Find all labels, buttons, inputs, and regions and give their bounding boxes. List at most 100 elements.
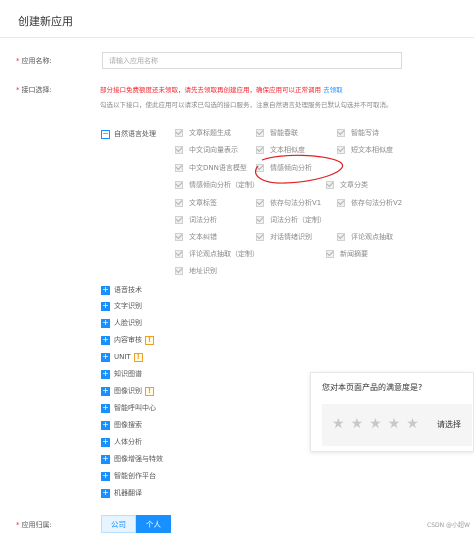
- api-label: 依存句法分析V1: [270, 199, 322, 207]
- api-label: 智能春联: [270, 129, 298, 137]
- expand-icon[interactable]: +: [101, 420, 110, 430]
- api-checkbox[interactable]: 短文本相似度: [337, 144, 393, 156]
- expand-icon[interactable]: +: [101, 386, 110, 396]
- checkbox-checked-icon: [175, 129, 183, 137]
- survey-rating-panel: ★ ★ ★ ★ ★ 请选择: [322, 404, 472, 446]
- api-checkbox[interactable]: 文章标签: [175, 197, 217, 209]
- api-checkbox[interactable]: 情感倾向分析（定制）: [175, 179, 259, 191]
- api-checkbox[interactable]: 依存句法分析V2: [337, 197, 402, 209]
- expand-icon[interactable]: +: [101, 369, 110, 379]
- category-item[interactable]: + 图像增强与特效: [101, 453, 163, 465]
- api-checkbox[interactable]: 文本纠错: [175, 231, 217, 243]
- category-item[interactable]: + 知识图谱: [101, 368, 142, 380]
- api-checkbox[interactable]: 情感倾向分析: [256, 162, 312, 174]
- category-item[interactable]: + 语音技术: [101, 284, 142, 296]
- category-item[interactable]: + 机器翻译: [101, 487, 142, 499]
- category-item[interactable]: + UNIT!: [101, 351, 143, 363]
- category-item[interactable]: + 图像识别!: [101, 385, 154, 397]
- warning-text: 部分接口免费额度还未领取，请先去领取再创建应用，确保应用可以正常调用: [100, 86, 321, 94]
- expand-icon[interactable]: +: [101, 403, 110, 413]
- checkbox-checked-icon: [175, 146, 183, 154]
- api-label: 文本相似度: [270, 146, 305, 154]
- checkbox-checked-icon: [175, 233, 183, 241]
- star-icon[interactable]: ★: [332, 417, 345, 431]
- api-checkbox[interactable]: 地址识别: [175, 265, 217, 277]
- expand-icon[interactable]: +: [101, 301, 110, 311]
- expand-icon[interactable]: +: [101, 285, 110, 295]
- api-label: 对话情绪识别: [270, 233, 312, 241]
- star-icon[interactable]: ★: [406, 417, 419, 431]
- category-label: 智能呼叫中心: [114, 404, 156, 412]
- checkbox-checked-icon: [175, 216, 183, 224]
- category-label: 机器翻译: [114, 489, 142, 497]
- checkbox-checked-icon: [256, 199, 264, 207]
- api-checkbox[interactable]: 依存句法分析V1: [256, 197, 321, 209]
- star-icon[interactable]: ★: [351, 417, 364, 431]
- category-nlp[interactable]: − 自然语言处理: [101, 128, 156, 140]
- api-hint: 勾选以下接口，使此应用可以请求已勾选的接口服务，注意自然语言处理服务已默认勾选并…: [100, 101, 393, 109]
- expand-icon[interactable]: +: [101, 471, 110, 481]
- checkbox-checked-icon: [175, 181, 183, 189]
- category-item[interactable]: + 人脸识别: [101, 317, 142, 329]
- api-label: 文章分类: [340, 181, 368, 189]
- collapse-icon[interactable]: −: [101, 129, 110, 139]
- category-label: 内容审核: [114, 336, 142, 344]
- api-checkbox[interactable]: 文本相似度: [256, 144, 305, 156]
- ownership-company-option[interactable]: 公司: [101, 515, 136, 533]
- api-checkbox[interactable]: 新闻摘要: [326, 248, 368, 260]
- page-title: 创建新应用: [18, 15, 73, 28]
- category-item[interactable]: + 图像搜索: [101, 419, 142, 431]
- expand-icon[interactable]: +: [101, 335, 110, 345]
- checkbox-checked-icon: [256, 164, 264, 172]
- api-checkbox[interactable]: 词法分析: [175, 214, 217, 226]
- api-checkbox[interactable]: 词法分析（定制）: [256, 214, 326, 226]
- checkbox-checked-icon: [326, 181, 334, 189]
- api-checkbox[interactable]: 智能春联: [256, 127, 298, 139]
- required-mark: *: [16, 57, 20, 65]
- checkbox-checked-icon: [256, 146, 264, 154]
- api-checkbox[interactable]: 中文DNN语言模型: [175, 162, 247, 174]
- api-label: 文章标签: [189, 199, 217, 207]
- api-label: 依存句法分析V2: [351, 199, 403, 207]
- category-label: 语音技术: [114, 286, 142, 294]
- checkbox-checked-icon: [337, 233, 345, 241]
- api-checkbox[interactable]: 文章标题生成: [175, 127, 231, 139]
- survey-question: 您对本页面产品的满意度是?: [322, 383, 423, 392]
- api-label: 评论观点抽取: [351, 233, 393, 241]
- category-label: UNIT: [114, 353, 131, 361]
- api-label: 评论观点抽取（定制）: [189, 250, 259, 258]
- expand-icon[interactable]: +: [101, 318, 110, 328]
- category-item[interactable]: + 智能创作平台: [101, 470, 156, 482]
- api-checkbox[interactable]: 文章分类: [326, 179, 368, 191]
- api-checkbox[interactable]: 评论观点抽取: [337, 231, 393, 243]
- watermark: CSDN @小超W: [427, 522, 470, 529]
- ownership-personal-option[interactable]: 个人: [136, 515, 171, 533]
- category-label: 知识图谱: [114, 370, 142, 378]
- api-checkbox[interactable]: 智能写诗: [337, 127, 379, 139]
- category-item[interactable]: + 智能呼叫中心: [101, 402, 156, 414]
- category-label: 智能创作平台: [114, 472, 156, 480]
- claim-link[interactable]: 去领取: [323, 86, 343, 94]
- api-label: 智能写诗: [351, 129, 379, 137]
- checkbox-checked-icon: [337, 146, 345, 154]
- required-mark: *: [16, 521, 20, 529]
- checkbox-checked-icon: [256, 216, 264, 224]
- api-checkbox[interactable]: 评论观点抽取（定制）: [175, 248, 259, 260]
- expand-icon[interactable]: +: [101, 437, 110, 447]
- star-icon[interactable]: ★: [369, 417, 382, 431]
- category-item[interactable]: + 内容审核!: [101, 334, 154, 346]
- expand-icon[interactable]: +: [101, 352, 110, 362]
- api-label: 短文本相似度: [351, 146, 393, 154]
- category-item[interactable]: + 人体分析: [101, 436, 142, 448]
- api-checkbox[interactable]: 对话情绪识别: [256, 231, 312, 243]
- expand-icon[interactable]: +: [101, 454, 110, 464]
- expand-icon[interactable]: +: [101, 488, 110, 498]
- api-select-label: * 接口选择:: [16, 85, 52, 95]
- category-item[interactable]: + 文字识别: [101, 300, 142, 312]
- app-name-input[interactable]: [102, 52, 402, 69]
- survey-choose[interactable]: 请选择: [437, 419, 461, 430]
- checkbox-checked-icon: [256, 129, 264, 137]
- warning-icon: !: [133, 352, 143, 362]
- api-checkbox[interactable]: 中文词向量表示: [175, 144, 238, 156]
- star-icon[interactable]: ★: [388, 417, 401, 431]
